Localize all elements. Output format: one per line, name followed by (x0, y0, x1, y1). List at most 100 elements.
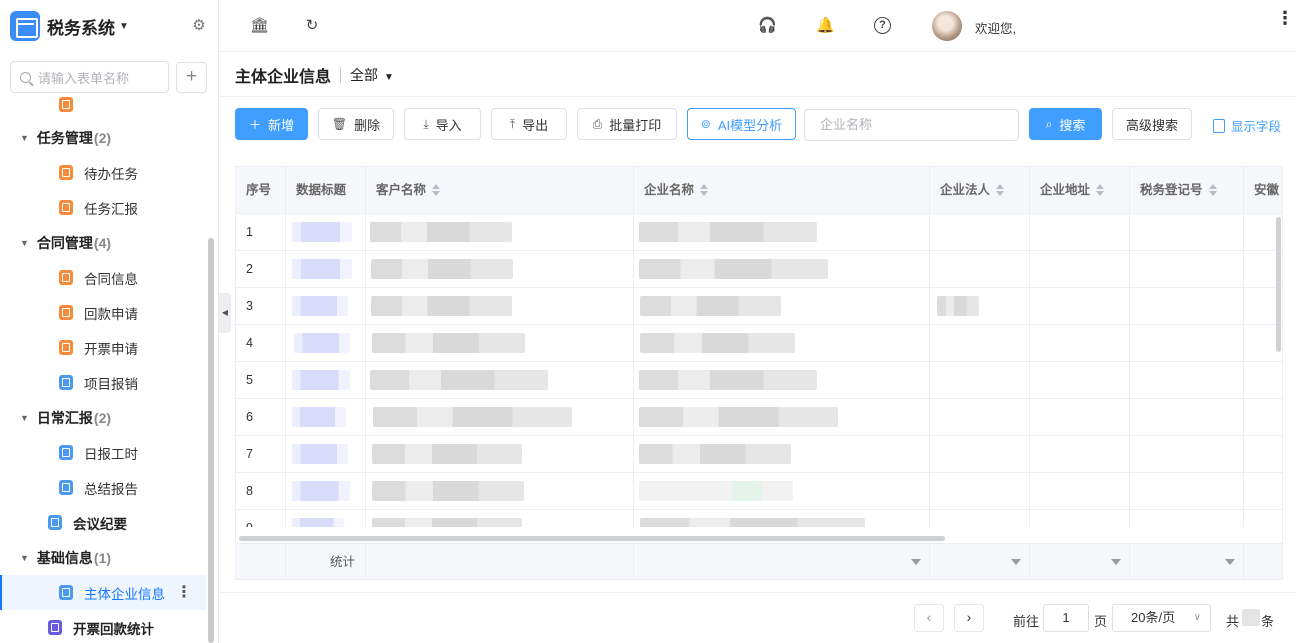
redacted-text (294, 333, 350, 353)
column-header-company[interactable]: 企业名称 (634, 167, 930, 214)
sidebar-group-basic[interactable]: ▼ 基础信息 (1) (0, 540, 206, 575)
more-vertical-icon[interactable]: ⋮ (1276, 9, 1294, 27)
cell-legal-person (930, 214, 1030, 251)
sidebar-item-invoice-payment-stats[interactable]: 开票回款统计 (0, 610, 206, 643)
sort-icon[interactable] (1096, 183, 1105, 196)
sidebar-item-partial[interactable] (0, 95, 206, 122)
cell-address (1030, 251, 1130, 288)
caret-down-icon: ▼ (20, 552, 29, 563)
redacted-text (372, 444, 522, 464)
export-button[interactable]: ⤒ 导出 (491, 108, 567, 140)
brand-switcher[interactable]: 税务系统 ▼ (0, 0, 218, 52)
form-search-input[interactable]: 请输入表单名称 (10, 61, 169, 93)
sidebar-item-contract-info[interactable]: 合同信息 (0, 260, 206, 295)
sidebar-item-summary-report[interactable]: 总结报告 (0, 470, 206, 505)
sidebar-group-task[interactable]: ▼ 任务管理 (2) (0, 120, 206, 155)
summary-dropdown[interactable] (1130, 544, 1244, 579)
ai-analysis-button[interactable]: ⊚ AI模型分析 (687, 108, 796, 140)
summary-dropdown[interactable] (1030, 544, 1130, 579)
table-row[interactable]: 4 (236, 325, 1282, 362)
sidebar-item-meeting-minutes[interactable]: 会议纪要 (0, 505, 206, 540)
column-header-tax-id[interactable]: 税务登记号 (1130, 167, 1244, 214)
advanced-search-button[interactable]: 高级搜索 (1112, 108, 1192, 140)
divider (340, 67, 342, 83)
search-button[interactable]: ⌕ 搜索 (1029, 108, 1102, 140)
table-row[interactable]: 5 (236, 362, 1282, 399)
sidebar-item-task-report[interactable]: 任务汇报 (0, 190, 206, 225)
sidebar-item-todo[interactable]: 待办任务 (0, 155, 206, 190)
download-icon: ⤓ (423, 116, 429, 131)
table-row[interactable]: 6 (236, 399, 1282, 436)
printer-icon: ⎙ (592, 116, 603, 131)
sort-icon[interactable] (700, 183, 709, 196)
add-button[interactable]: ＋ 新增 (235, 108, 308, 140)
avatar[interactable] (932, 11, 962, 41)
redacted-text (639, 444, 791, 464)
headset-icon[interactable]: 🎧 (758, 17, 777, 35)
column-header-customer[interactable]: 客户名称 (366, 167, 634, 214)
redacted-text (371, 296, 512, 316)
sidebar-group-daily[interactable]: ▼ 日常汇报 (2) (0, 400, 206, 435)
column-header-legal-person[interactable]: 企业法人 (930, 167, 1030, 214)
sidebar-item-project-reimburse[interactable]: 项目报销 (0, 365, 206, 400)
row-index: 7 (236, 436, 286, 473)
table-row[interactable]: 3 (236, 288, 1282, 325)
sidebar-scrollbar[interactable] (208, 238, 214, 643)
redacted-text (639, 370, 817, 390)
summary-cell (1244, 544, 1282, 579)
cell-company (634, 288, 930, 325)
cell-legal-person (930, 473, 1030, 510)
table-row[interactable]: 8 (236, 473, 1282, 510)
page-size-select[interactable]: 20条/页 ∨ (1112, 604, 1211, 632)
vertical-scrollbar[interactable] (1276, 217, 1281, 352)
sort-icon[interactable] (996, 183, 1005, 196)
sidebar-collapse-handle[interactable]: ◀ (219, 293, 231, 333)
table-header: 序号 数据标题 客户名称 企业名称 企业法人 企业地址 税务登记号 安徽 (236, 167, 1282, 214)
cell-title (286, 214, 366, 251)
sort-icon[interactable] (432, 183, 441, 196)
sidebar-item-daily-hours[interactable]: 日报工时 (0, 435, 206, 470)
cell-address (1030, 436, 1130, 473)
sidebar-item-label: 合同信息 (84, 271, 138, 287)
page-number-input[interactable]: 1 (1043, 604, 1089, 632)
document-settings-icon (1213, 118, 1225, 133)
import-button[interactable]: ⤓ 导入 (404, 108, 481, 140)
question-icon[interactable]: ? (874, 17, 891, 34)
app-root: 税务系统 ▼ ⚙ 请输入表单名称 + ▼ 任务管理 (2) 待办任务 任务汇报 … (0, 0, 1296, 643)
company-name-input[interactable]: 企业名称 (804, 109, 1019, 141)
table-row[interactable]: 7 (236, 436, 1282, 473)
column-header-label: 数据标题 (296, 183, 347, 197)
summary-dropdown[interactable] (634, 544, 930, 579)
bell-icon[interactable]: 🔔 (816, 17, 835, 35)
sort-icon[interactable] (1208, 183, 1217, 196)
caret-down-icon: ▼ (20, 237, 29, 248)
table-row[interactable]: 1 (236, 214, 1282, 251)
table-row[interactable]: 2 (236, 251, 1282, 288)
sidebar-item-label: 日报工时 (84, 446, 138, 462)
summary-dropdown[interactable] (930, 544, 1030, 579)
delete-button[interactable]: 🗑 删除 (318, 108, 394, 140)
gear-icon[interactable]: ⚙ (190, 17, 208, 35)
scope-dropdown[interactable]: 全部 ▼ (350, 65, 394, 85)
row-index: 6 (236, 399, 286, 436)
cell-customer (366, 251, 634, 288)
sidebar-item-entity-info[interactable]: 主体企业信息 ⋮ (0, 575, 206, 610)
sidebar-item-invoice-apply[interactable]: 开票申请 (0, 330, 206, 365)
show-fields-button[interactable]: 显示字段 (1213, 116, 1281, 135)
prev-page-button[interactable]: ‹ (914, 604, 944, 632)
redacted-text (937, 296, 979, 316)
cell-customer (366, 436, 634, 473)
column-header-address[interactable]: 企业地址 (1030, 167, 1130, 214)
next-page-button[interactable]: › (954, 604, 984, 632)
redacted-total (1242, 609, 1260, 626)
add-form-button[interactable]: + (176, 61, 207, 93)
refresh-icon[interactable]: ↻ (303, 17, 321, 35)
sidebar-item-payment-apply[interactable]: 回款申请 (0, 295, 206, 330)
horizontal-scrollbar[interactable] (239, 536, 945, 541)
table-row[interactable]: 9 (236, 510, 1282, 527)
sidebar-group-contract[interactable]: ▼ 合同管理 (4) (0, 225, 206, 260)
bank-icon[interactable]: 🏛 (250, 17, 269, 35)
more-vertical-icon[interactable]: ⋮ (176, 584, 192, 600)
batch-print-button[interactable]: ⎙ 批量打印 (577, 108, 677, 140)
redacted-text (292, 370, 350, 390)
